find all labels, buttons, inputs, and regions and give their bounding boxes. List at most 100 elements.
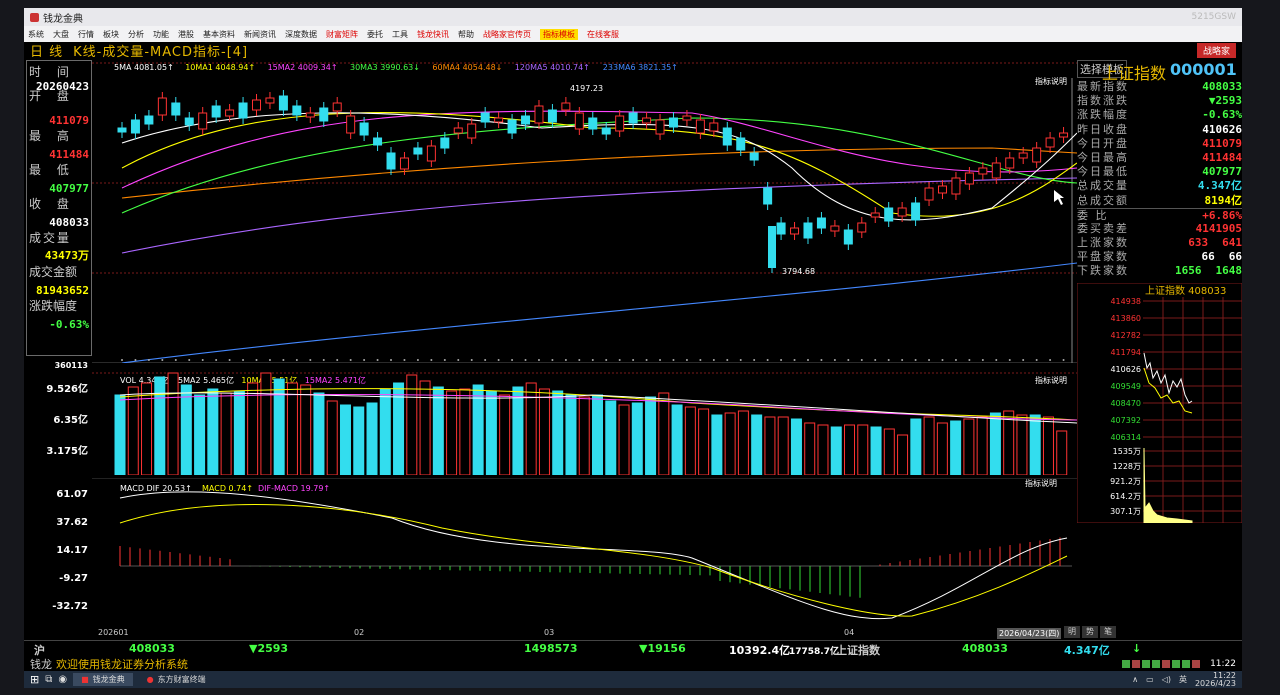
volume-bar [154, 376, 166, 475]
volume-bar [830, 426, 842, 475]
menu-item-7[interactable]: 基本资料 [203, 29, 235, 40]
menu-item-1[interactable]: 大盘 [53, 29, 69, 40]
candle [278, 95, 288, 111]
candle [359, 122, 369, 136]
candle [305, 112, 315, 118]
mini-price-label: 411794 [1110, 348, 1141, 357]
axis-dot [336, 359, 339, 361]
ticker-change: ▼2593 [249, 642, 289, 655]
brand-button[interactable]: 战略家 [1196, 43, 1236, 58]
low-label: 最 低 [29, 163, 75, 177]
taskbar-app-qianlong[interactable]: ■ 钱龙金典 [73, 673, 133, 686]
menu-item-5[interactable]: 功能 [153, 29, 169, 40]
network-icon[interactable]: ▭ [1146, 675, 1154, 684]
volume-bar [233, 390, 245, 475]
menu-item-8[interactable]: 新闻资讯 [244, 29, 276, 40]
tab-shi[interactable]: 势 [1082, 626, 1098, 638]
volume-icon[interactable]: ◁) [1162, 675, 1171, 684]
volume-bar [737, 410, 749, 475]
task-view-icon[interactable]: ⧉ [45, 674, 52, 685]
axis-dot [551, 359, 554, 361]
menu-item-15[interactable]: 战略家官传页 [483, 29, 531, 40]
period-label[interactable]: 日 线 [30, 41, 63, 60]
menu-item-4[interactable]: 分析 [128, 29, 144, 40]
candle [937, 185, 947, 194]
volume-bar [711, 414, 723, 475]
axis-dot [618, 359, 621, 361]
vol-indicator-note: 指标说明 [1035, 375, 1067, 385]
menu-item-3[interactable]: 板块 [103, 29, 119, 40]
menu-item-17[interactable]: 在线客服 [587, 29, 619, 40]
menu-item-13[interactable]: 钱龙快讯 [417, 29, 449, 40]
quote-row: 指数涨跌 ▼2593 [1077, 94, 1242, 108]
menu-item-9[interactable]: 深度数据 [285, 29, 317, 40]
tab-bi[interactable]: 笔 [1100, 626, 1116, 638]
taskbar-app-eastmoney[interactable]: ● 东方财富终端 [139, 673, 214, 686]
axis-dot [121, 359, 123, 361]
quote-value: 407977 [1202, 165, 1242, 179]
volume-value: 43473万 [44, 249, 89, 262]
volume-bar [286, 382, 298, 475]
ticker-index: 408033 [129, 642, 175, 655]
axis-dot [430, 359, 433, 361]
tab-ming[interactable]: 明 [1064, 626, 1080, 638]
candle [346, 115, 356, 134]
axis-dot [147, 359, 150, 361]
volume-bar [459, 388, 471, 475]
candle [843, 229, 853, 245]
axis-dot [1022, 359, 1025, 361]
menu-item-2[interactable]: 行情 [78, 29, 94, 40]
volume-bar [645, 396, 657, 475]
kline-chart[interactable]: 5MA 4081.05↑ 10MA1 4048.94↑ 15MA2 4009.34↑… [92, 58, 1077, 363]
quote-value-2: 641 [1222, 236, 1242, 250]
browser-icon[interactable]: ◉ [58, 674, 67, 685]
intraday-mini-chart[interactable]: 上证指数 408033 414938 413860 412782 411794 41062… [1077, 283, 1242, 523]
volume-bar [485, 390, 497, 475]
menu-item-10[interactable]: 财富矩阵 [326, 29, 358, 40]
candle [884, 207, 894, 222]
clock[interactable]: 11:22 2026/4/23 [1195, 671, 1236, 688]
volume-bar [883, 428, 895, 475]
candle [225, 109, 235, 117]
date-label-2: 02 [354, 628, 365, 637]
menu-item-14[interactable]: 帮助 [458, 29, 474, 40]
volume-bar [658, 392, 670, 475]
mini-vol-label: 307.1万 [1110, 507, 1141, 516]
quote-label: 上涨家数 [1077, 236, 1129, 250]
volume-bar [499, 394, 511, 475]
axis-dot [954, 359, 957, 361]
candle [494, 117, 504, 123]
volume-label: 成交量 [29, 231, 72, 245]
candle [1005, 157, 1015, 169]
macd-chart[interactable]: MACD DIF 20.53↑ MACD 0.74↑ DIF-MACD 19.79↑… [92, 478, 1077, 633]
candle [978, 167, 988, 175]
quote-label: 委 比 [1077, 208, 1109, 222]
menu-item-0[interactable]: 系统 [28, 29, 44, 40]
windows-start-icon[interactable]: ⊞ [30, 673, 39, 686]
menu-item-12[interactable]: 工具 [392, 29, 408, 40]
tray-chevron-icon[interactable]: ∧ [1132, 675, 1138, 684]
axis-dot [874, 359, 877, 361]
menu-item-11[interactable]: 委托 [367, 29, 383, 40]
axis-dot [591, 359, 594, 361]
macd-axis-3: 14.17 [56, 545, 88, 556]
volume-chart[interactable]: VOL 4.347亿5MA2 5.465亿10MA1 5.51亿15MA2 5.… [92, 365, 1077, 475]
axis-dot [443, 359, 446, 361]
candle [736, 137, 746, 151]
ime-indicator[interactable]: 英 [1179, 674, 1187, 685]
candle [1045, 137, 1055, 148]
mini-vol-label: 921.2万 [1110, 477, 1141, 486]
ticker-strip-icon [1122, 659, 1201, 668]
candle [467, 123, 477, 139]
low-mark: 3794.68 [782, 267, 815, 276]
axis-dot [780, 359, 783, 361]
volume-bar [857, 424, 869, 475]
quote-label: 平盘家数 [1077, 250, 1129, 264]
quote-label: 今日最高 [1077, 150, 1129, 164]
candle [655, 119, 665, 135]
mini-price-label: 414938 [1110, 297, 1141, 306]
axis-dot [806, 359, 809, 361]
menu-item-16[interactable]: 指标模板 [540, 28, 578, 40]
menu-item-6[interactable]: 港股 [178, 29, 194, 40]
volume-bar [512, 386, 524, 475]
